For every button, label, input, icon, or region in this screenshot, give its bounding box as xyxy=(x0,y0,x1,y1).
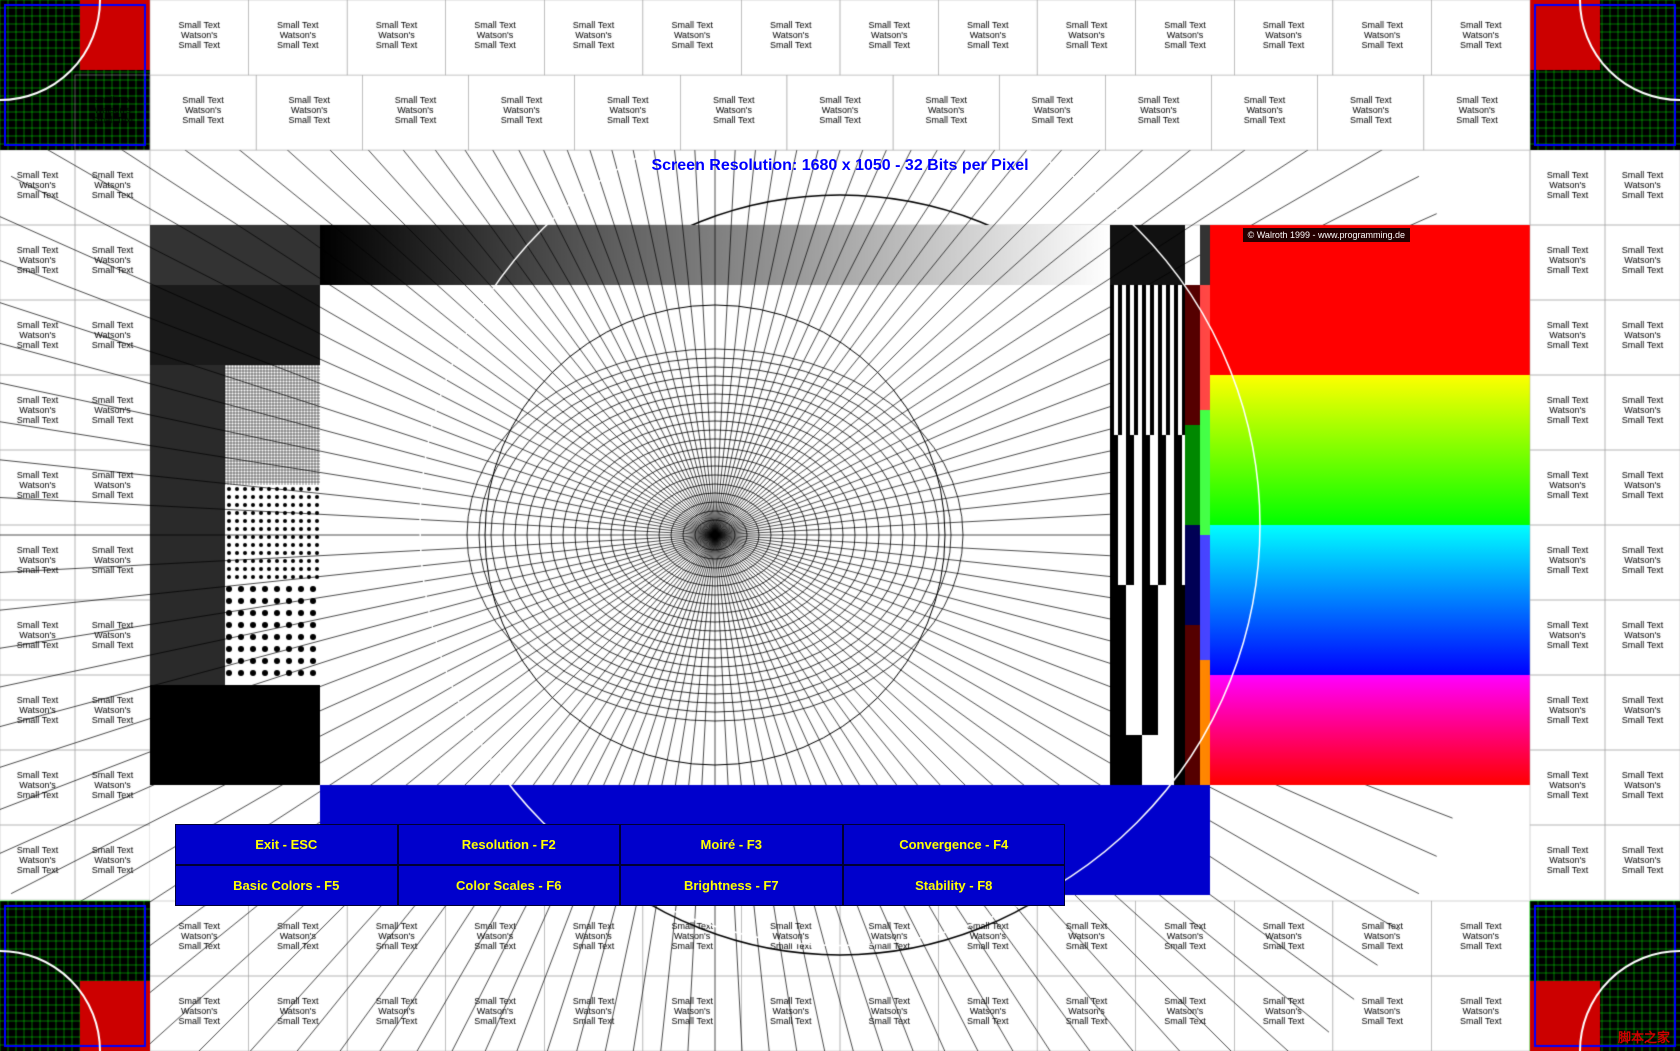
resolution-text: Screen Resolution: 1680 x 1050 - 32 Bits… xyxy=(0,157,1680,175)
convergence-button[interactable]: Convergence - F4 xyxy=(843,824,1066,865)
basic-colors-button[interactable]: Basic Colors - F5 xyxy=(175,865,398,906)
moire-button[interactable]: Moiré - F3 xyxy=(620,824,843,865)
scripta-watermark: 脚本之家 xyxy=(1618,1027,1670,1046)
watermark-text: © Walroth 1999 - www.programming.de xyxy=(1243,228,1410,242)
nav-buttons-container: Exit - ESC Resolution - F2 Moiré - F3 Co… xyxy=(175,824,1065,906)
exit-button[interactable]: Exit - ESC xyxy=(175,824,398,865)
brightness-button[interactable]: Brightness - F7 xyxy=(620,865,843,906)
stability-button[interactable]: Stability - F8 xyxy=(843,865,1066,906)
nav-grid: Exit - ESC Resolution - F2 Moiré - F3 Co… xyxy=(175,824,1065,906)
color-scales-button[interactable]: Color Scales - F6 xyxy=(398,865,621,906)
resolution-button[interactable]: Resolution - F2 xyxy=(398,824,621,865)
